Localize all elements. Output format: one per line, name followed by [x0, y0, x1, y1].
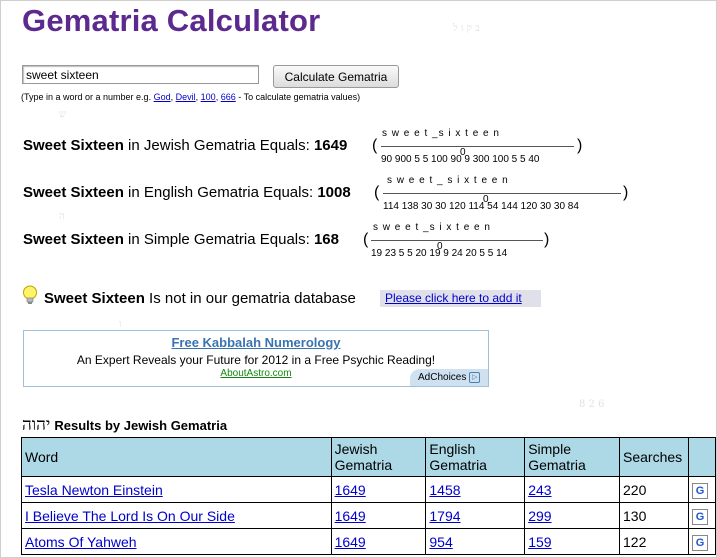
google-search-icon[interactable]: G [691, 534, 708, 551]
english-value-link[interactable]: 1458 [429, 482, 460, 498]
column-header-searches: Searches [619, 437, 689, 477]
lightbulb-icon [23, 285, 37, 304]
breakdown-divider-simple [371, 240, 543, 241]
breakdown-letters-english: s w e e t _ s i x t e e n [387, 175, 509, 186]
page-title: Gematria Calculator [22, 3, 321, 38]
adchoices-icon: ▷ [469, 371, 481, 383]
ad-title-link[interactable]: Free Kabbalah Numerology [24, 335, 488, 350]
not-in-database-notice: Sweet Sixteen Is not in our gematria dat… [44, 290, 356, 307]
breakdown-letters-simple: s w e e t _s i x t e e n [373, 222, 491, 233]
hebrew-tetragrammaton: יהוה [22, 415, 51, 435]
ad-banner[interactable]: Free Kabbalah Numerology An Expert Revea… [23, 330, 489, 387]
open-paren: ( [363, 231, 369, 248]
calculate-gematria-button[interactable]: Calculate Gematria [273, 65, 399, 88]
google-search-icon[interactable]: G [691, 482, 708, 499]
simple-value-link[interactable]: 243 [528, 482, 551, 498]
breakdown-divider-english [383, 193, 621, 194]
example-link-100[interactable]: 100 [201, 92, 216, 102]
example-link-666[interactable]: 666 [221, 92, 236, 102]
adchoices-button[interactable]: AdChoices ▷ [410, 369, 488, 386]
breakdown-numbers-jewish: 90 900 5 5 100 90 9 300 100 5 5 40 [381, 154, 540, 165]
table-row: Atoms Of Yahweh 1649 954 159 122 G [21, 528, 716, 555]
open-paren: ( [372, 137, 378, 154]
column-header-google [687, 437, 716, 477]
column-header-english: English Gematria [425, 437, 526, 477]
table-row: Tesla Newton Einstein 1649 1458 243 220 … [21, 476, 716, 503]
column-header-jewish: Jewish Gematria [330, 437, 427, 477]
result-jewish: Sweet Sixteen in Jewish Gematria Equals:… [23, 137, 348, 154]
word-link[interactable]: I Believe The Lord Is On Our Side [25, 508, 235, 524]
breakdown-numbers-english: 114 138 30 30 120 114 54 144 120 30 30 8… [383, 201, 579, 212]
simple-value-link[interactable]: 299 [528, 508, 551, 524]
breakdown-letters-jewish: s w e e t _s i x t e e n [382, 128, 500, 139]
ad-text: An Expert Reveals your Future for 2012 i… [76, 353, 436, 367]
result-simple: Sweet Sixteen in Simple Gematria Equals:… [23, 231, 339, 248]
word-link[interactable]: Atoms Of Yahweh [25, 534, 137, 550]
jewish-value-link[interactable]: 1649 [335, 534, 366, 550]
results-table: Word Jewish Gematria English Gematria Si… [21, 437, 716, 555]
results-heading: יהוה Results by Jewish Gematria [22, 415, 228, 435]
searches-count: 122 [619, 528, 689, 555]
jewish-value-link[interactable]: 1649 [335, 482, 366, 498]
example-link-god[interactable]: God [154, 92, 171, 102]
breakdown-numbers-simple: 19 23 5 5 20 19 9 24 20 5 5 14 [371, 248, 508, 259]
column-header-word: Word [21, 437, 332, 477]
word-link[interactable]: Tesla Newton Einstein [25, 482, 163, 498]
english-value-link[interactable]: 954 [429, 534, 452, 550]
open-paren: ( [374, 184, 380, 201]
searches-count: 220 [619, 476, 689, 503]
google-search-icon[interactable]: G [691, 508, 708, 525]
page-frame: ב ק ו ל ש ה ו 8 2 6 Gematria Calculator … [0, 0, 717, 558]
close-paren: ) [544, 231, 550, 248]
column-header-simple: Simple Gematria [524, 437, 621, 477]
search-hint: (Type in a word or a number e.g. God, De… [21, 92, 361, 102]
search-input[interactable] [22, 65, 259, 84]
english-value-link[interactable]: 1794 [429, 508, 460, 524]
example-link-devil[interactable]: Devil [176, 92, 196, 102]
breakdown-divider-jewish [381, 146, 574, 147]
result-english: Sweet Sixteen in English Gematria Equals… [23, 184, 351, 201]
simple-value-link[interactable]: 159 [528, 534, 551, 550]
table-header-row: Word Jewish Gematria English Gematria Si… [21, 437, 716, 477]
add-to-database-link[interactable]: Please click here to add it [380, 290, 541, 307]
close-paren: ) [623, 184, 629, 201]
table-row: I Believe The Lord Is On Our Side 1649 1… [21, 502, 716, 529]
searches-count: 130 [619, 502, 689, 529]
jewish-value-link[interactable]: 1649 [335, 508, 366, 524]
close-paren: ) [577, 137, 583, 154]
